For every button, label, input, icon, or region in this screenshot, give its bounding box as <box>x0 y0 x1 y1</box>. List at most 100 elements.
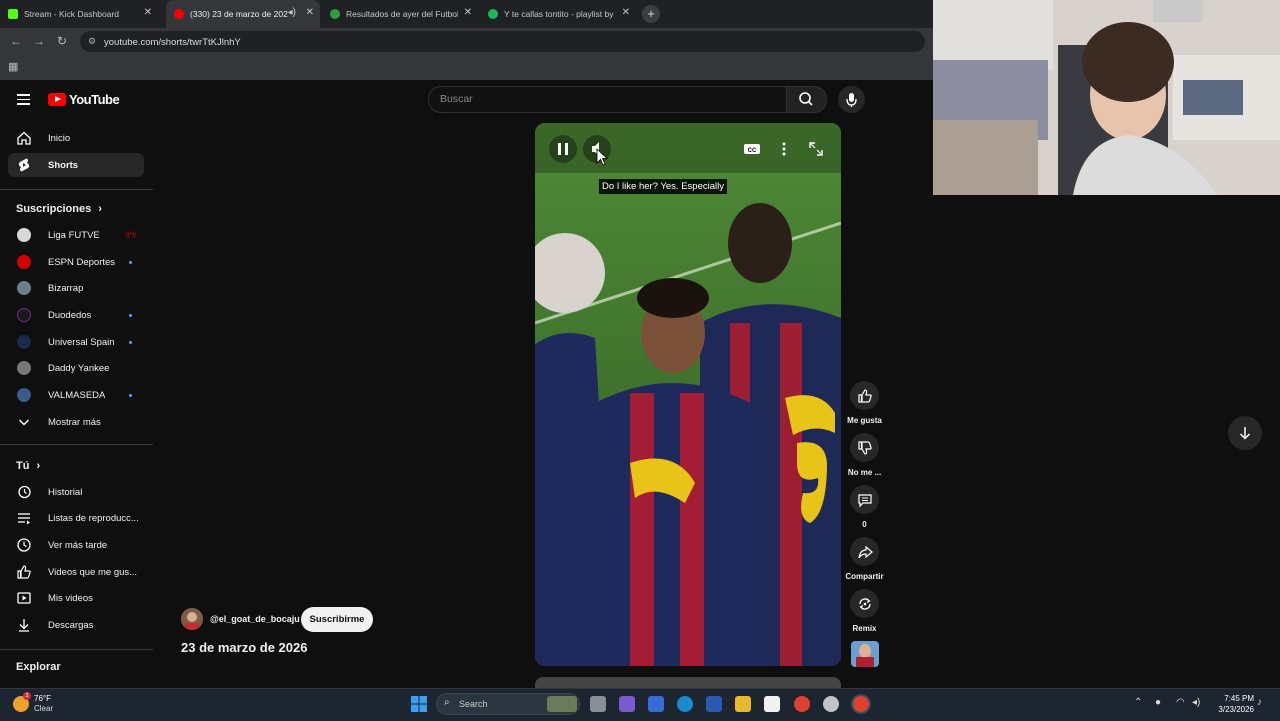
new-content-dot <box>129 393 132 397</box>
new-content-dot <box>129 260 132 264</box>
sidebar-item-my-videos[interactable]: Mis videos <box>8 586 144 610</box>
outlook-icon[interactable] <box>706 696 722 712</box>
reload-icon[interactable]: ↻ <box>57 34 67 48</box>
search-input[interactable] <box>428 86 787 113</box>
sidebar-item-watch-later[interactable]: Ver más tarde <box>8 533 144 557</box>
sidebar-item-downloads[interactable]: Descargas <box>8 613 144 637</box>
remix-label: Remix <box>852 624 877 633</box>
sidebar-item-historial[interactable]: Historial <box>8 480 144 504</box>
chevron-up-icon[interactable]: ⌃ <box>1134 697 1142 708</box>
sidebar-item-playlists[interactable]: Listas de reproducc... <box>8 506 144 530</box>
close-tab-icon[interactable]: ✕ <box>144 8 152 18</box>
site-info-icon[interactable]: ⚙ <box>88 36 96 47</box>
video-icon <box>16 590 32 606</box>
settings-icon[interactable] <box>823 696 839 712</box>
webcam-overlay <box>933 0 1280 195</box>
apps-grid-icon[interactable]: ▦ <box>8 60 18 73</box>
sidebar-item-subscription[interactable]: Bizarrap <box>8 276 144 300</box>
sidebar-item-subscription[interactable]: VALMASEDA <box>8 383 144 407</box>
microsoft-store-icon[interactable] <box>764 696 780 712</box>
browser-tab[interactable]: Stream - Kick Dashboard ✕ <box>8 0 158 28</box>
close-tab-icon[interactable]: ✕ <box>464 8 472 18</box>
remix-button[interactable] <box>850 589 879 618</box>
chevron-right-icon: › <box>98 203 102 215</box>
weather-description: Clear <box>34 704 54 713</box>
new-tab-button[interactable]: + <box>642 5 660 23</box>
sidebar-item-shorts[interactable]: Shorts <box>8 153 144 177</box>
browser-tab-active[interactable]: (330) 23 de marzo de 2026 ◂) ✕ <box>166 0 320 28</box>
kick-icon <box>8 9 18 19</box>
subscribe-button[interactable]: Suscribirme <box>301 607 373 632</box>
sidebar-item-subscription[interactable]: Daddy Yankee <box>8 356 144 380</box>
tab-title: (330) 23 de marzo de 2026 <box>190 9 288 19</box>
youtube-logo[interactable]: YouTube <box>48 92 120 107</box>
browser-tab[interactable]: Resultados de ayer del Futbol / ✕ <box>330 0 478 28</box>
notification-bell-icon[interactable]: ♪ <box>1257 697 1262 708</box>
sidebar-item-subscription[interactable]: Liga FUTVE ((•)) <box>8 223 144 247</box>
chevron-right-icon: › <box>36 460 41 472</box>
back-icon[interactable]: ← <box>10 34 22 48</box>
sidebar-item-label: Historial <box>48 486 83 498</box>
you-heading[interactable]: Tú › <box>16 460 40 472</box>
sidebar-item-label: Mis videos <box>48 592 93 604</box>
clock-time[interactable]: 7:45 PM <box>1212 694 1254 703</box>
thumbs-up-icon <box>857 388 872 403</box>
close-tab-icon[interactable]: ✕ <box>622 8 630 18</box>
file-explorer-icon[interactable] <box>735 696 751 712</box>
edge-icon[interactable] <box>677 696 693 712</box>
clock-date[interactable]: 3/23/2026 <box>1212 705 1254 714</box>
wifi-icon[interactable]: ◠ <box>1176 697 1185 708</box>
channel-avatar <box>17 388 31 402</box>
microphone-icon[interactable]: ● <box>1155 697 1161 708</box>
channel-avatar[interactable] <box>181 608 203 630</box>
sidebar-item-inicio[interactable]: Inicio <box>8 126 144 150</box>
close-tab-icon[interactable]: ✕ <box>306 8 314 18</box>
sidebar-item-subscription[interactable]: ESPN Deportes <box>8 250 144 274</box>
voice-search-button[interactable] <box>838 86 865 113</box>
chrome-icon[interactable] <box>794 696 810 712</box>
sidebar-item-subscription[interactable]: Duodedos <box>8 303 144 327</box>
more-options-button[interactable] <box>775 139 793 159</box>
url-text[interactable]: youtube.com/shorts/twrTtKJlnhY <box>104 37 241 48</box>
notification-badge: 1 <box>23 692 31 700</box>
chevron-down-icon <box>16 414 32 430</box>
task-view-icon[interactable] <box>590 696 606 712</box>
windows-start-icon[interactable] <box>411 696 427 712</box>
captions-button[interactable]: CC <box>739 139 765 159</box>
audio-thumbnail[interactable] <box>851 641 879 667</box>
sidebar-divider <box>0 649 153 650</box>
speaker-icon[interactable]: ◂) <box>288 8 296 18</box>
history-icon <box>16 484 32 500</box>
pause-button[interactable] <box>549 135 577 163</box>
menu-icon[interactable] <box>17 94 30 108</box>
volume-icon[interactable]: ◂) <box>1192 697 1200 708</box>
sidebar-item-subscription[interactable]: Universal Spain <box>8 330 144 354</box>
forward-icon[interactable]: → <box>33 34 45 48</box>
sidebar-divider <box>0 189 153 190</box>
share-button[interactable] <box>850 537 879 566</box>
next-short-button[interactable] <box>1228 416 1262 450</box>
search-button[interactable] <box>786 86 827 113</box>
more-vert-icon <box>782 142 786 156</box>
browser-tab[interactable]: Y te callas tontito - playlist by ✕ <box>488 0 636 28</box>
dislike-button[interactable] <box>850 433 879 462</box>
app-icon[interactable] <box>648 696 664 712</box>
copilot-icon[interactable] <box>619 696 635 712</box>
tab-title: Y te callas tontito - playlist by <box>504 9 614 19</box>
subscriptions-heading[interactable]: Suscripciones › <box>16 203 102 215</box>
sidebar-item-liked-videos[interactable]: Videos que me gus... <box>8 560 144 584</box>
chrome-active-icon[interactable] <box>853 696 869 712</box>
search-highlight-icon[interactable] <box>547 696 577 712</box>
thumbs-up-icon <box>16 564 32 580</box>
arrow-down-icon <box>1239 427 1251 440</box>
short-video-player[interactable]: CC <box>535 123 841 666</box>
fullscreen-button[interactable] <box>805 139 827 159</box>
home-icon <box>16 130 32 146</box>
like-label: Me gusta <box>847 416 882 425</box>
sidebar-item-show-more[interactable]: Mostrar más <box>8 410 144 434</box>
channel-name[interactable]: @el_goat_de_bocaju <box>210 614 300 624</box>
comments-button[interactable] <box>850 485 879 514</box>
like-button[interactable] <box>850 381 879 410</box>
closed-captions-icon: CC <box>744 144 760 154</box>
sidebar-item-label: ESPN Deportes <box>48 256 116 268</box>
